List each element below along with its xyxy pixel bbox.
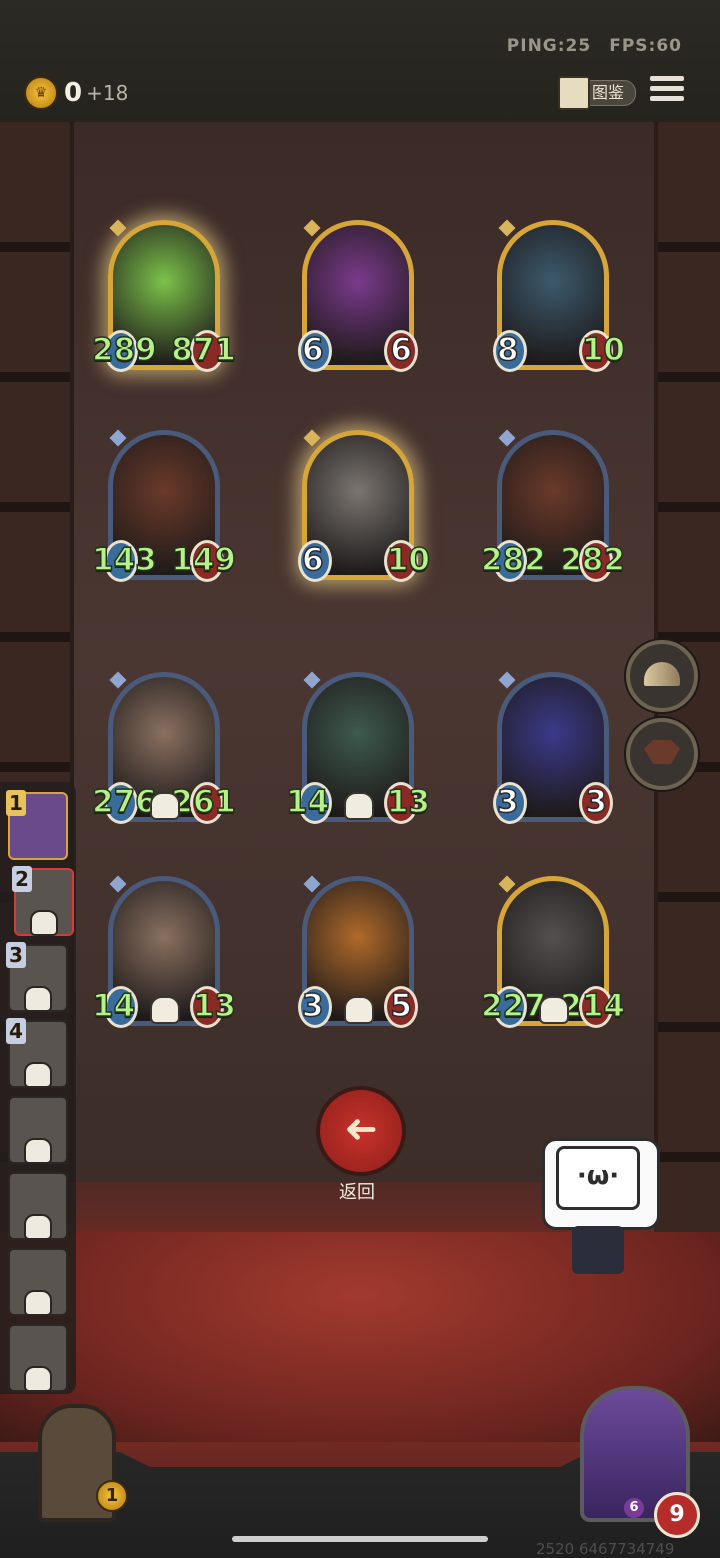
codex-button[interactable]: 图鉴: [558, 76, 636, 110]
player-rank: 2: [12, 866, 32, 892]
fan-icon: [644, 662, 680, 686]
card-health: 871: [171, 331, 237, 369]
card-attack: 276: [91, 783, 157, 821]
hero-health: 9: [654, 1492, 700, 1538]
skull-icon: [24, 1366, 52, 1392]
card-health: 5: [390, 987, 413, 1025]
back-label: 返回: [339, 1182, 375, 1203]
hamburger-menu-icon[interactable]: [650, 76, 684, 106]
skull-crab-card-2[interactable]: 14 13: [91, 875, 237, 1028]
player-list-item[interactable]: 2: [12, 866, 74, 936]
serpent-dragon-card[interactable]: 143 149: [91, 429, 237, 582]
top-bar: PING:25 FPS:60 ♛ 0 +18 图鉴: [0, 0, 720, 122]
hero-tier: 6: [624, 1498, 644, 1518]
card-health: 10: [386, 541, 431, 579]
skull-icon: [344, 792, 374, 820]
hero-portrait[interactable]: 6 9: [580, 1386, 700, 1538]
tv-mascot[interactable]: ·ω·: [542, 1134, 660, 1280]
player-list-item[interactable]: 4: [6, 1018, 68, 1088]
card-health: 13: [386, 783, 431, 821]
green-dragon-card[interactable]: 289 871: [91, 219, 237, 372]
player-list: 1 2 3 4: [0, 782, 76, 1394]
crown-coin-icon: ♛: [24, 76, 58, 110]
skull-icon: [24, 1062, 52, 1088]
skull-icon: [24, 1290, 52, 1316]
card-attack: 227: [480, 987, 546, 1025]
card-attack: 289: [91, 331, 157, 369]
skull-icon: [150, 996, 180, 1024]
card-attack: 143: [91, 541, 157, 579]
mech-cannon-card[interactable]: 227 214: [480, 875, 626, 1028]
mascot-face: ·ω·: [556, 1146, 640, 1210]
player-rank: 3: [6, 942, 26, 968]
player-list-item[interactable]: 1: [6, 790, 68, 860]
card-health: 13: [192, 987, 237, 1025]
card-health: 261: [171, 783, 237, 821]
iron-knight-card[interactable]: 14 13: [285, 671, 431, 824]
skull-icon: [24, 1138, 52, 1164]
player-list-item[interactable]: [8, 1248, 68, 1316]
player-list-item[interactable]: [8, 1172, 68, 1240]
coin-income: +18: [86, 81, 129, 105]
player-rank: 4: [6, 1018, 26, 1044]
player-list-item[interactable]: [8, 1324, 68, 1392]
player-rank: 1: [6, 790, 26, 816]
serpent-dragon-card-2[interactable]: 282 282: [480, 429, 626, 582]
card-health: 282: [560, 541, 626, 579]
home-indicator[interactable]: [232, 1536, 488, 1542]
skull-crab-card[interactable]: 276 261: [91, 671, 237, 824]
skull-icon: [539, 996, 569, 1024]
skull-icon: [344, 996, 374, 1024]
user-id: 2520 6467734749: [536, 1540, 675, 1558]
card-attack: 3: [301, 987, 324, 1025]
skull-icon: [30, 910, 58, 936]
card-attack: 6: [301, 331, 324, 369]
two-headed-dragon-card[interactable]: 8 10: [493, 219, 626, 372]
back-arrow-icon: ➜: [344, 1106, 378, 1152]
grey-dragon-card[interactable]: 6 10: [298, 429, 431, 582]
ping-readout: PING:25: [506, 36, 592, 56]
skull-icon: [150, 792, 180, 820]
coin-amount: 0: [64, 78, 83, 108]
game-scene: 289 871 6 6 8 10 143 149 6 10 282 282 276 261 14 13 3 3 14…: [0, 122, 720, 1558]
coffin-icon: [644, 740, 680, 764]
card-health: 3: [585, 783, 608, 821]
back-button[interactable]: ➜: [316, 1086, 406, 1176]
chest-count: 1: [96, 1480, 128, 1512]
blue-dragon-card[interactable]: 33: [493, 671, 613, 824]
card-attack: 14: [91, 987, 136, 1025]
player-list-item[interactable]: [8, 1096, 68, 1164]
treasure-chest-button[interactable]: 1: [10, 1404, 150, 1544]
card-attack: 282: [480, 541, 546, 579]
card-attack: 14: [285, 783, 330, 821]
red-dragon-card[interactable]: 66: [298, 219, 418, 372]
coin-counter: ♛ 0 +18: [24, 76, 128, 110]
skull-icon: [24, 986, 52, 1012]
card-attack: 8: [496, 331, 519, 369]
mascot-body: [572, 1226, 624, 1274]
fan-button[interactable]: [626, 640, 698, 712]
card-health: 149: [171, 541, 237, 579]
card-attack: 3: [496, 783, 519, 821]
fps-readout: FPS:60: [609, 36, 682, 56]
perf-readout: PING:25 FPS:60: [489, 36, 682, 56]
tiger-dragon-card[interactable]: 35: [298, 875, 418, 1028]
card-health: 6: [390, 331, 413, 369]
book-icon: [558, 76, 590, 110]
coffin-button[interactable]: [626, 718, 698, 790]
card-health: 10: [581, 331, 626, 369]
card-attack: 6: [301, 541, 324, 579]
skull-icon: [24, 1214, 52, 1240]
player-list-item[interactable]: 3: [6, 942, 68, 1012]
card-health: 214: [560, 987, 626, 1025]
